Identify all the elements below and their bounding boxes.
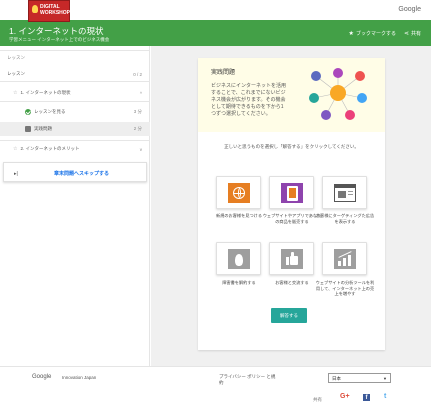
quiz-prompt: 正しいと思うものを選択し「解答する」をクリックしてください。 xyxy=(224,144,359,149)
option-engage-customers[interactable] xyxy=(269,242,314,275)
share-icon: ⋖ xyxy=(403,31,409,37)
check-circle-icon xyxy=(25,109,31,115)
chevron-down-icon: ▼ xyxy=(383,376,387,381)
site-footer: Google Innovation Japan プライバシー ポリシー と規約 … xyxy=(0,366,431,414)
thumbs-up-icon xyxy=(279,248,305,270)
header-actions: ★ ブックマークする ⋖ 共有 xyxy=(349,30,421,37)
sidebar-section-label-2: レッスン xyxy=(7,71,25,76)
footer-share-label: 共有 xyxy=(313,397,322,402)
sidebar-item-label: レッスンを見る xyxy=(34,109,66,114)
lesson-sidebar: レッスン レッスン 0 / 2 ☆ 1. インターネットの現状 ^ レッスンを見… xyxy=(0,46,150,366)
option-sell-online[interactable] xyxy=(269,176,314,209)
hub-icon xyxy=(330,85,346,101)
privacy-policy-link[interactable]: プライバシー ポリシー と規約 xyxy=(219,374,279,386)
option-analytics[interactable] xyxy=(322,242,367,275)
sidebar-item-label: 実践問題 xyxy=(34,126,52,131)
quiz-intro-text: ビジネスにインターネットを活用することで、これまでにないビジネス機会が広がります… xyxy=(211,83,287,117)
sidebar-progress: 0 / 2 xyxy=(133,71,142,77)
puzzle-icon xyxy=(25,126,31,132)
person-icon xyxy=(345,110,355,120)
option-cancel-insurance[interactable] xyxy=(216,242,261,275)
sidebar-item-lesson-1[interactable]: ☆ 1. インターネットの現状 ^ xyxy=(0,90,150,96)
footer-innovation-link[interactable]: Innovation Japan xyxy=(62,375,96,380)
option-targeted-ads[interactable] xyxy=(322,176,367,209)
analytics-chart-icon xyxy=(332,248,358,270)
star-outline-icon: ☆ xyxy=(13,90,18,96)
option-find-customers[interactable] xyxy=(216,176,261,209)
person-icon xyxy=(311,71,321,81)
share-label: 共有 xyxy=(410,31,421,37)
page-title: 1. インターネットの現状 xyxy=(9,26,104,36)
network-people-illustration xyxy=(308,68,368,123)
breadcrumb[interactable]: 学習メニュー インターネット上でのビジネス機会 xyxy=(9,37,109,43)
skip-to-quiz-button[interactable]: ▸| 章末問題へスキップする xyxy=(3,162,147,182)
google-plus-icon[interactable]: G+ xyxy=(340,393,350,400)
skip-label: 章末問題へスキップする xyxy=(54,171,110,177)
star-outline-icon: ☆ xyxy=(13,146,18,152)
sidebar-section-label: レッスン xyxy=(7,55,25,60)
person-icon xyxy=(321,110,331,120)
share-button[interactable]: ⋖ 共有 xyxy=(404,30,421,37)
google-brand[interactable]: Google xyxy=(398,6,421,13)
sidebar-item-lesson-2[interactable]: ☆ 2. インターネットのメリット v xyxy=(0,146,150,152)
person-icon xyxy=(357,93,367,103)
top-bar: DIGITAL WORKSHOP Google xyxy=(0,0,431,22)
option-label: お客様にターゲティングた広告を表示する xyxy=(315,213,375,224)
chevron-down-icon: v xyxy=(139,146,142,152)
facebook-label: f xyxy=(365,395,368,401)
sidebar-item-watch-lesson[interactable]: レッスンを見る 3 分 xyxy=(0,109,150,115)
bookmark-button[interactable]: ★ ブックマークする xyxy=(349,30,396,37)
quiz-intro: 実践問題 ビジネスにインターネットを活用することで、これまでにないビジネス機会が… xyxy=(198,58,385,132)
twitter-icon[interactable]: t xyxy=(384,393,386,400)
sidebar-item-duration: 2 分 xyxy=(133,126,142,131)
option-label: ウェブサイトの分析ツールを利用して、インターネット上の売上を増やす xyxy=(315,280,375,296)
lightbulb-icon xyxy=(32,5,38,13)
person-icon xyxy=(333,68,343,78)
bookmark-label: ブックマークする xyxy=(355,31,396,37)
language-select[interactable]: 日本 ▼ xyxy=(328,373,391,383)
star-icon: ★ xyxy=(348,31,354,37)
footer-google-logo[interactable]: Google xyxy=(32,374,51,380)
sidebar-section-header: レッスン 0 / 2 xyxy=(0,71,150,77)
sidebar-item-label: 1. インターネットの現状 xyxy=(20,90,71,95)
facebook-icon[interactable]: f xyxy=(363,394,370,401)
person-icon xyxy=(355,71,365,81)
submit-answer-button[interactable]: 解答する xyxy=(271,308,307,323)
digital-workshop-logo[interactable]: DIGITAL WORKSHOP xyxy=(28,0,70,22)
language-value: 日本 xyxy=(332,376,341,381)
lesson-header: 1. インターネットの現状 学習メニュー インターネット上でのビジネス機会 ★ … xyxy=(0,20,431,46)
browser-ad-icon xyxy=(332,182,358,204)
globe-icon xyxy=(226,182,252,204)
quiz-title: 実践問題 xyxy=(211,70,236,76)
main-content: 実践問題 ビジネスにインターネットを活用することで、これまでにないビジネス機会が… xyxy=(151,46,431,366)
sidebar-item-duration: 3 分 xyxy=(133,109,142,114)
logo-line-2: WORKSHOP xyxy=(40,10,70,16)
skip-icon: ▸| xyxy=(14,171,18,177)
quiz-card: 実践問題 ビジネスにインターネットを活用することで、これまでにないビジネス機会が… xyxy=(198,58,385,350)
sidebar-item-label: 2. インターネットのメリット xyxy=(20,146,80,151)
fire-icon xyxy=(226,248,252,270)
chevron-up-icon: ^ xyxy=(139,90,142,96)
tablet-icon xyxy=(279,182,305,204)
person-icon xyxy=(309,93,319,103)
sidebar-item-practice[interactable]: 実践問題 2 分 xyxy=(0,122,150,136)
